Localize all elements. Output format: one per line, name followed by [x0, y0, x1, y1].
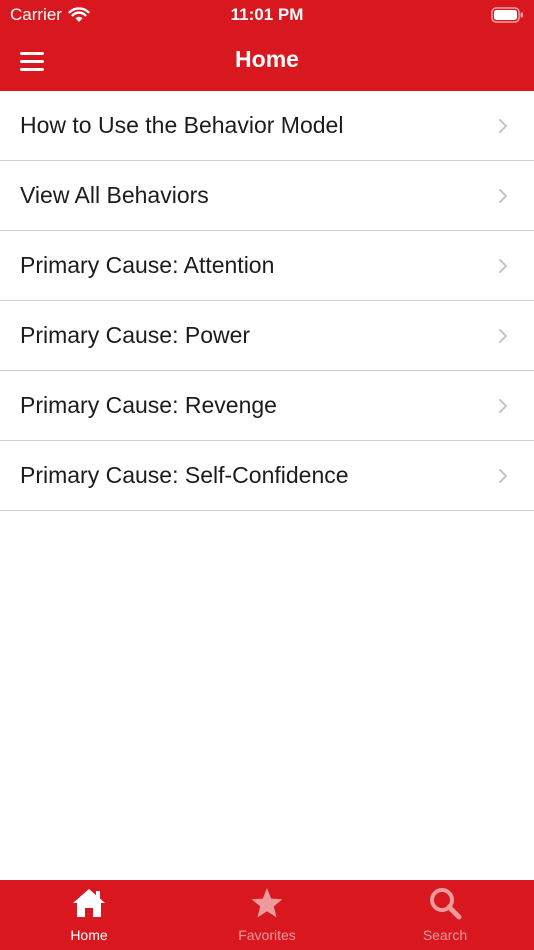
chevron-right-icon [499, 469, 507, 483]
menu-list: How to Use the Behavior Model View All B… [0, 91, 534, 511]
battery-icon [491, 7, 523, 23]
list-item-label: Primary Cause: Revenge [20, 392, 277, 418]
tab-label: Favorites [238, 927, 296, 943]
page-title: Home [235, 46, 299, 72]
status-bar: Carrier 11:01 PM [0, 0, 534, 30]
list-item-self-confidence[interactable]: Primary Cause: Self-Confidence [0, 441, 534, 511]
chevron-right-icon [499, 189, 507, 203]
list-item-how-to-use[interactable]: How to Use the Behavior Model [0, 91, 534, 161]
list-item-view-all-behaviors[interactable]: View All Behaviors [0, 161, 534, 231]
tab-home[interactable]: Home [0, 880, 178, 950]
tab-favorites[interactable]: Favorites [178, 880, 356, 950]
tab-bar: Home Favorites Search [0, 880, 534, 950]
screen: Carrier 11:01 PM Home How to Use the Beh… [0, 0, 534, 950]
tab-search[interactable]: Search [356, 880, 534, 950]
list-item-power[interactable]: Primary Cause: Power [0, 301, 534, 371]
home-icon [73, 889, 105, 917]
list-item-label: Primary Cause: Power [20, 322, 251, 348]
chevron-right-icon [499, 259, 507, 273]
search-icon [430, 888, 462, 920]
list-item-attention[interactable]: Primary Cause: Attention [0, 231, 534, 301]
chevron-right-icon [499, 329, 507, 343]
list-item-label: Primary Cause: Attention [20, 252, 275, 278]
star-icon [251, 888, 283, 918]
nav-bar: Home [0, 30, 534, 91]
chevron-right-icon [499, 119, 507, 133]
tab-label: Home [70, 927, 108, 943]
list-item-label: View All Behaviors [20, 182, 209, 208]
list-item-revenge[interactable]: Primary Cause: Revenge [0, 371, 534, 441]
list-item-label: How to Use the Behavior Model [20, 112, 344, 138]
chevron-right-icon [499, 399, 507, 413]
status-time: 11:01 PM [230, 5, 304, 24]
tab-label: Search [422, 927, 468, 943]
list-item-label: Primary Cause: Self-Confidence [20, 462, 349, 488]
header: Carrier 11:01 PM Home [0, 0, 534, 91]
